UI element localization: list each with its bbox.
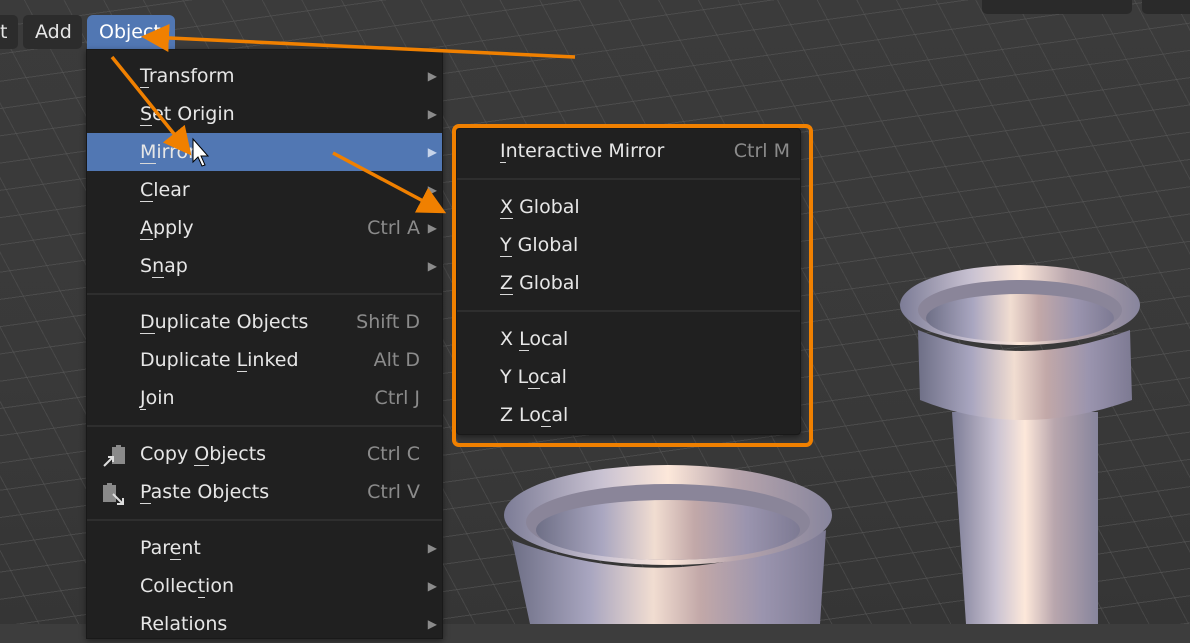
menu-item-label: Mirror (140, 141, 196, 164)
mnemonic-underline: X (500, 196, 514, 219)
menu-item-label: Paste Objects (140, 481, 270, 504)
menu-item-label: Join (140, 387, 175, 410)
submenu-arrow-icon: ▶ (427, 145, 437, 159)
object-menu-item-snap[interactable]: Snap ▶ (87, 247, 442, 285)
object-menu-item-duplicate-objects[interactable]: Duplicate Objects Shift D (87, 303, 442, 341)
menu-item-label: X Global (500, 196, 580, 219)
shortcut-label: Ctrl C (366, 443, 420, 465)
object-menu-item-copy-objects[interactable]: Copy Objects Ctrl C (87, 435, 442, 473)
object-menu-item-set-origin[interactable]: Set Origin ▶ (87, 95, 442, 133)
mnemonic-underline: n (152, 255, 165, 278)
object-menu: Transform ▶ Set Origin ▶ Mirror ▶ Clear ▶ Apply C… (86, 49, 443, 639)
mirror-menu-item-y-global[interactable]: Y Global (457, 226, 800, 264)
menu-button-label: t (0, 21, 8, 43)
mnemonic-underline: A (140, 217, 153, 240)
menu-item-label: Y Global (500, 234, 579, 257)
mnemonic-underline: T (140, 65, 149, 88)
submenu-arrow-icon: ▶ (427, 579, 437, 593)
object-menu-item-clear[interactable]: Clear ▶ (87, 171, 442, 209)
menu-item-label: Collection (140, 575, 234, 598)
paste-objects-icon (101, 481, 127, 505)
shortcut-label: Ctrl J (374, 387, 420, 409)
object-menu-item-collection[interactable]: Collection ▶ (87, 567, 442, 605)
object-menu-item-parent[interactable]: Parent ▶ (87, 529, 442, 567)
mirror-menu-item-x-global[interactable]: X Global (457, 188, 800, 226)
menu-item-label: X Local (500, 328, 569, 351)
menu-button-add[interactable]: Add (23, 15, 82, 49)
menu-separator (87, 425, 442, 427)
shortcut-label: Ctrl A (367, 217, 420, 239)
menu-item-label: Parent (140, 537, 201, 560)
submenu-arrow-icon: ▶ (427, 259, 437, 273)
menu-button-edit[interactable]: t (0, 15, 18, 49)
menu-button-label: Add (35, 21, 72, 43)
menu-button-label: Object (99, 21, 161, 43)
mnemonic-underline: Y (500, 234, 512, 257)
menu-separator (87, 293, 442, 295)
shortcut-label: Ctrl V (367, 481, 420, 503)
menu-item-label: Y Local (500, 366, 567, 389)
mnemonic-underline: c (540, 404, 552, 427)
menu-item-label: Relations (140, 613, 228, 635)
object-menu-item-apply[interactable]: Apply Ctrl A ▶ (87, 209, 442, 247)
menu-item-label: Apply (140, 217, 194, 240)
submenu-arrow-icon: ▶ (427, 221, 437, 235)
menu-separator (457, 310, 800, 312)
header-widget[interactable] (1142, 0, 1190, 14)
menu-item-label: Z Local (500, 404, 569, 427)
mirror-menu-item-x-local[interactable]: X Local (457, 320, 800, 358)
submenu-arrow-icon: ▶ (427, 541, 437, 555)
menu-button-object[interactable]: Object (87, 15, 175, 50)
shortcut-label: Shift D (356, 311, 420, 333)
mnemonic-underline: t (197, 575, 206, 598)
submenu-arrow-icon: ▶ (427, 69, 437, 83)
shortcut-label: Ctrl M (733, 140, 790, 162)
menu-item-label: Interactive Mirror (500, 140, 665, 163)
mnemonic-underline: o (527, 366, 540, 389)
mnemonic-underline: e (169, 537, 182, 560)
object-menu-item-join[interactable]: Join Ctrl J (87, 379, 442, 417)
shortcut-label: Alt D (373, 349, 420, 371)
menu-item-label: Clear (140, 179, 190, 202)
menu-item-label: Duplicate Linked (140, 349, 299, 372)
mnemonic-underline: C (140, 179, 154, 202)
mnemonic-underline: Z (500, 272, 514, 295)
mnemonic-underline: L (236, 349, 248, 372)
header-widget[interactable] (982, 0, 1132, 14)
mirror-menu-item-interactive-mirror[interactable]: Interactive Mirror Ctrl M (457, 132, 800, 170)
object-menu-item-paste-objects[interactable]: Paste Objects Ctrl V (87, 473, 442, 511)
submenu-arrow-icon: ▶ (427, 617, 437, 631)
object-menu-item-relations[interactable]: Relations ▶ (87, 605, 442, 643)
menu-item-label: Duplicate Objects (140, 311, 309, 334)
menu-item-label: Copy Objects (140, 443, 267, 466)
menu-item-label: Set Origin (140, 103, 235, 126)
menu-separator (87, 519, 442, 521)
menu-item-label: Transform (140, 65, 235, 88)
menu-item-label: Z Global (500, 272, 580, 295)
submenu-arrow-icon: ▶ (427, 107, 437, 121)
menu-separator (457, 178, 800, 180)
object-menu-item-mirror[interactable]: Mirror ▶ (87, 133, 442, 171)
mnemonic-underline: D (140, 311, 155, 334)
mnemonic-underline: M (140, 141, 157, 164)
mirror-menu-item-z-local[interactable]: Z Local (457, 396, 800, 434)
mnemonic-underline: S (140, 103, 153, 126)
object-menu-item-transform[interactable]: Transform ▶ (87, 57, 442, 95)
mnemonic-underline: O (194, 443, 210, 466)
mirror-menu-item-z-global[interactable]: Z Global (457, 264, 800, 302)
submenu-arrow-icon: ▶ (427, 183, 437, 197)
menu-item-label: Snap (140, 255, 188, 278)
mnemonic-underline: L (519, 328, 530, 351)
object-menu-item-duplicate-linked[interactable]: Duplicate Linked Alt D (87, 341, 442, 379)
mirror-menu-item-y-local[interactable]: Y Local (457, 358, 800, 396)
mirror-submenu: Interactive Mirror Ctrl M X Global Y Global… (456, 128, 801, 435)
copy-objects-icon (101, 443, 127, 467)
mnemonic-underline: P (140, 481, 151, 504)
